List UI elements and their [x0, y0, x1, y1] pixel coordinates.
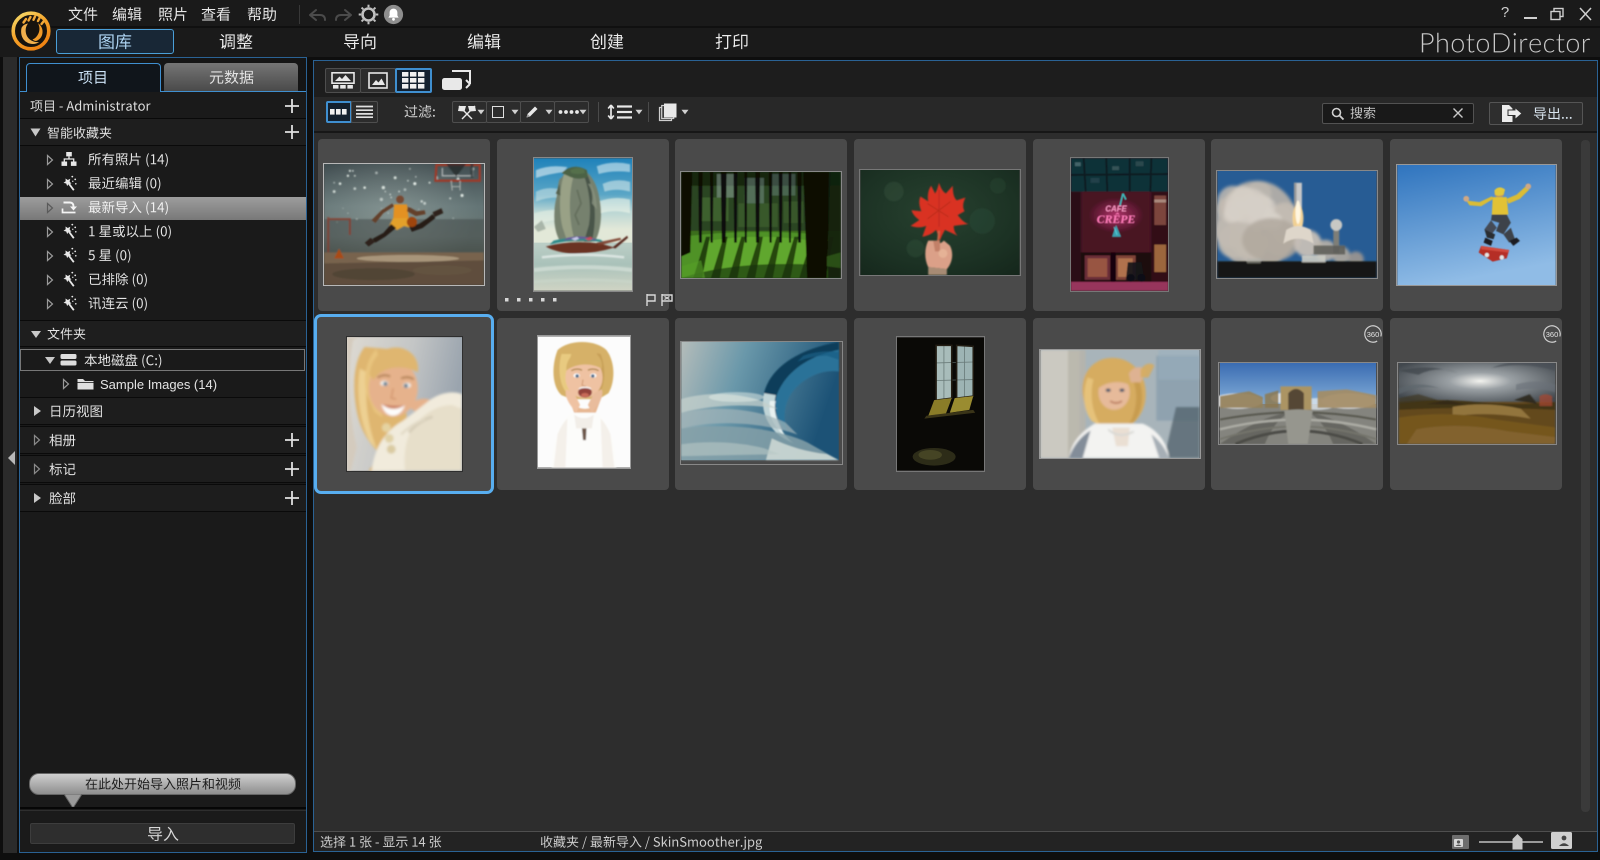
svg-text:CAFE: CAFE [1105, 204, 1127, 213]
svg-text:360: 360 [1367, 330, 1380, 339]
svg-text:360: 360 [1546, 330, 1559, 339]
svg-text:CRÊPE: CRÊPE [1097, 212, 1136, 226]
